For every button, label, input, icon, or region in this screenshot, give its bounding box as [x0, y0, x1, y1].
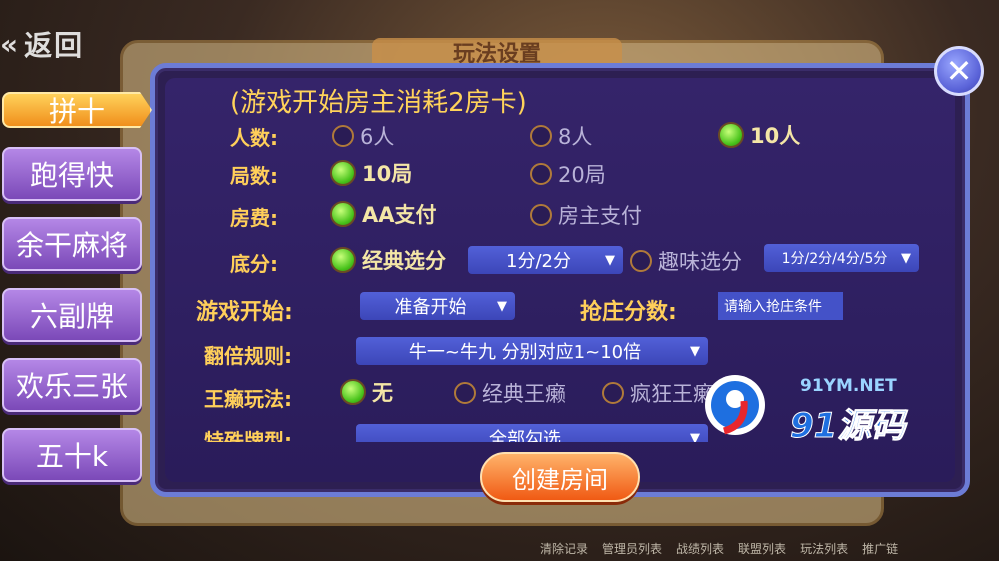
room-card-notice: (游戏开始房主消耗2房卡) — [230, 88, 527, 118]
mode-tab-huanlesanzhang[interactable]: 欢乐三张 — [2, 358, 142, 412]
radio-selected-icon — [330, 247, 356, 273]
players-option-8[interactable]: 8人 — [530, 121, 592, 151]
back-label: 返回 — [24, 29, 85, 62]
dropdown-arrow-icon: ▼ — [901, 250, 911, 266]
rounds-option-20[interactable]: 20局 — [530, 159, 606, 189]
radio-icon — [630, 250, 652, 272]
close-icon: ✕ — [945, 52, 973, 90]
wild-card-label: 王癞玩法: — [204, 387, 292, 411]
dropdown-arrow-icon: ▼ — [690, 343, 700, 359]
bottom-item[interactable]: 清除记录 — [540, 540, 588, 561]
bottom-toolbar: 清除记录 管理员列表 战绩列表 联盟列表 玩法列表 推广链 — [540, 520, 999, 561]
radio-selected-icon — [340, 379, 366, 405]
back-button[interactable]: « 返回 — [0, 22, 110, 66]
special-cards-label: 特殊牌型: — [204, 429, 292, 442]
players-option-10[interactable]: 10人 — [718, 120, 800, 150]
radio-icon — [332, 125, 354, 147]
game-start-select[interactable]: 准备开始 ▼ — [360, 292, 515, 320]
special-cards-select[interactable]: 全部勾选 ▼ — [356, 424, 708, 442]
radio-selected-icon — [330, 160, 356, 186]
mode-tab-wushik[interactable]: 五十k — [2, 428, 142, 482]
mode-tab-liufupai[interactable]: 六副牌 — [2, 288, 142, 342]
base-score-label: 底分: — [230, 252, 278, 276]
bottom-item[interactable]: 战绩列表 — [676, 540, 724, 561]
watermark-url: 91YM.NET — [800, 376, 897, 396]
fee-option-owner[interactable]: 房主支付 — [530, 200, 642, 230]
banker-score-input[interactable]: 请输入抢庄条件 — [718, 292, 843, 320]
wild-card-option-classic[interactable]: 经典王癞 — [454, 378, 566, 408]
radio-icon — [530, 163, 552, 185]
watermark-text: 91源码 — [789, 406, 906, 447]
wild-card-option-crazy[interactable]: 疯狂王癞 — [602, 378, 714, 408]
rounds-option-10[interactable]: 10局 — [330, 158, 412, 188]
bottom-item[interactable]: 玩法列表 — [800, 540, 848, 561]
radio-icon — [454, 382, 476, 404]
base-score-classic-option[interactable]: 经典选分 — [330, 245, 446, 275]
radio-icon — [602, 382, 624, 404]
mode-tab-yuganmajiang[interactable]: 余干麻将 — [2, 217, 142, 271]
radio-selected-icon — [330, 201, 356, 227]
close-button[interactable]: ✕ — [934, 46, 984, 96]
bottom-item[interactable]: 联盟列表 — [738, 540, 786, 561]
players-label: 人数: — [230, 126, 278, 150]
radio-icon — [530, 204, 552, 226]
fun-score-select[interactable]: 1分/2分/4分/5分 ▼ — [764, 244, 919, 272]
rounds-label: 局数: — [230, 164, 278, 188]
chevron-left-icon: « — [0, 27, 21, 61]
double-rule-label: 翻倍规则: — [204, 344, 292, 368]
classic-score-select[interactable]: 1分/2分 ▼ — [468, 246, 623, 274]
fee-label: 房费: — [230, 206, 278, 230]
mode-tab-pinshi[interactable]: 拼十 — [2, 92, 152, 128]
bottom-item[interactable]: 推广链 — [862, 540, 898, 561]
mode-tab-paodekuai[interactable]: 跑得快 — [2, 147, 142, 201]
double-rule-select[interactable]: 牛一~牛九 分别对应1~10倍 ▼ — [356, 337, 708, 365]
bottom-item[interactable]: 管理员列表 — [602, 540, 662, 561]
dropdown-arrow-icon: ▼ — [497, 298, 507, 314]
game-start-label: 游戏开始: — [196, 300, 293, 325]
radio-icon — [530, 125, 552, 147]
create-room-button[interactable]: 创建房间 — [480, 452, 640, 502]
banker-score-label: 抢庄分数: — [580, 300, 677, 325]
radio-selected-icon — [718, 122, 744, 148]
players-option-6[interactable]: 6人 — [332, 121, 394, 151]
fee-option-aa[interactable]: AA支付 — [330, 199, 437, 229]
dropdown-arrow-icon: ▼ — [690, 430, 700, 443]
base-score-fun-option[interactable]: 趣味选分 — [630, 246, 742, 276]
dropdown-arrow-icon: ▼ — [605, 252, 615, 268]
wild-card-option-none[interactable]: 无 — [340, 377, 393, 407]
